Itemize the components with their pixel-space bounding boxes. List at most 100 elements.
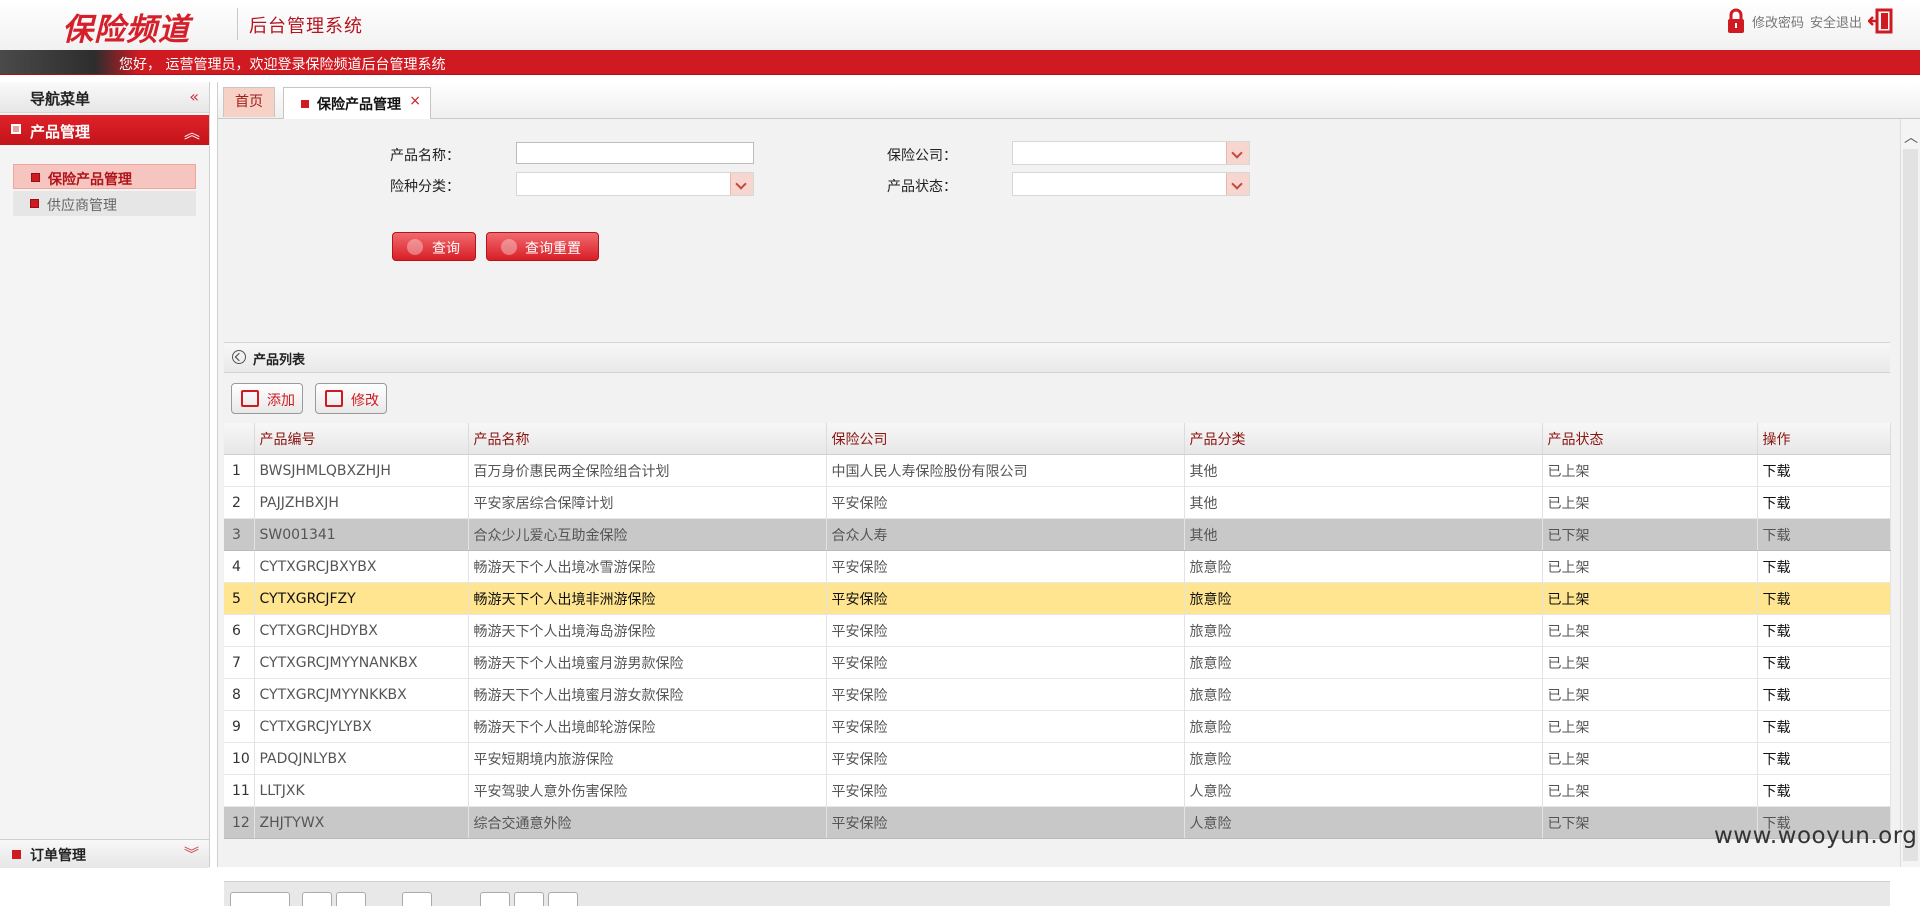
product-name-cell: 畅游天下个人出境蜜月游女款保险 [468,678,827,711]
category-cell: 旅意险 [1184,614,1543,647]
reset-button[interactable]: 查询重置 [486,232,599,261]
column-header-operation[interactable]: 操作 [1757,423,1891,455]
next-page-button[interactable] [480,892,510,906]
column-header-name[interactable]: 产品名称 [468,423,827,455]
table-row[interactable]: 4 CYTXGRCJBXYBX 畅游天下个人出境冰雪游保险 平安保险 旅意险 已上架 下载 [224,550,1891,583]
sidebar-item-label: 供应商管理 [47,198,117,214]
download-link[interactable]: 下载 [1757,454,1891,487]
table-row[interactable]: 3 SW001341 合众少儿爱心互助金保险 合众人寿 其他 已下架 下载 [224,518,1891,551]
company-cell: 合众人寿 [826,518,1185,551]
table-row[interactable]: 11 LLTJXK 平安驾驶人意外伤害保险 平安保险 人意险 已上架 下载 [224,774,1891,807]
logout-link[interactable]: 安全退出 [1810,12,1862,31]
company-cell: 中国人民人寿保险股份有限公司 [826,454,1185,487]
download-link[interactable]: 下载 [1757,742,1891,775]
refresh-page-button[interactable] [548,892,578,906]
table-row[interactable]: 7 CYTXGRCJMYYNANKBX 畅游天下个人出境蜜月游男款保险 平安保险 旅意险… [224,646,1891,679]
download-link[interactable]: 下载 [1757,614,1891,647]
product-list-header[interactable]: 产品列表 [224,342,1890,373]
column-header-category[interactable]: 产品分类 [1184,423,1543,455]
add-button[interactable]: 添加 [231,383,303,414]
chevron-down-icon[interactable] [730,173,753,195]
company-cell: 平安保险 [826,774,1185,807]
sidebar-section-orders[interactable]: 订单管理 ︾ [0,839,209,868]
download-link[interactable]: 下载 [1757,550,1891,583]
page-number-input[interactable] [402,892,432,906]
welcome-text: 您好， 运营管理员，欢迎登录保险频道后台管理系统 [119,57,446,73]
chevron-down-icon[interactable] [1226,173,1249,195]
company-cell: 平安保险 [826,646,1185,679]
category-cell: 人意险 [1184,774,1543,807]
download-link[interactable]: 下载 [1757,582,1891,615]
table-row[interactable]: 5 CYTXGRCJFZY 畅游天下个人出境非洲游保险 平安保险 旅意险 已上架 下载 [224,582,1891,615]
category-cell: 旅意险 [1184,710,1543,743]
company-cell: 平安保险 [826,614,1185,647]
column-header-code[interactable]: 产品编号 [254,423,469,455]
vertical-scrollbar[interactable]: ︿ [1900,119,1920,867]
close-icon[interactable]: × [409,93,421,109]
table-row[interactable]: 10 PADQJNLYBX 平安短期境内旅游保险 平安保险 旅意险 已上架 下载 [224,742,1891,775]
query-button[interactable]: 查询 [392,232,476,261]
sidebar-section-product[interactable]: 产品管理 ︽ [0,115,209,145]
product-code-cell: ZHJTYWX [254,806,469,839]
double-chevron-left-icon[interactable]: « [189,87,199,106]
download-link[interactable]: 下载 [1757,678,1891,711]
first-page-button[interactable] [302,892,332,906]
table-row[interactable]: 6 CYTXGRCJHDYBX 畅游天下个人出境海岛游保险 平安保险 旅意险 已上架 下载 [224,614,1891,647]
status-select[interactable] [1012,172,1250,196]
category-cell: 人意险 [1184,806,1543,839]
double-chevron-down-icon[interactable]: ︾ [184,843,199,864]
status-cell: 已下架 [1542,518,1758,551]
scroll-track[interactable] [1903,149,1918,861]
sidebar-item-suppliers[interactable]: 供应商管理 [13,191,196,216]
sidebar-item-insurance-products[interactable]: 保险产品管理 [13,164,196,189]
edit-icon [325,390,343,407]
edit-button[interactable]: 修改 [315,383,387,414]
product-name-input[interactable] [516,142,754,164]
table-row[interactable]: 9 CYTXGRCJYLYBX 畅游天下个人出境邮轮游保险 平安保险 旅意险 已上架 下载 [224,710,1891,743]
download-link[interactable]: 下载 [1757,774,1891,807]
exit-door-icon[interactable] [1868,8,1894,34]
column-header-status[interactable]: 产品状态 [1542,423,1758,455]
download-link[interactable]: 下载 [1757,518,1891,551]
download-link[interactable]: 下载 [1757,710,1891,743]
product-name-cell: 百万身价惠民两全保险组合计划 [468,454,827,487]
scroll-up-icon[interactable]: ︿ [1904,127,1918,147]
category-cell: 其他 [1184,486,1543,519]
page-size-select[interactable] [230,892,290,906]
table-row[interactable]: 12 ZHJTYWX 综合交通意外险 平安保险 人意险 已下架 下载 [224,806,1891,839]
tab-bar: 首页 保险产品管理 × [218,82,1920,119]
collapse-circle-icon[interactable] [232,350,246,364]
status-cell: 已上架 [1542,774,1758,807]
product-name-cell: 畅游天下个人出境冰雪游保险 [468,550,827,583]
row-index: 1 [224,454,255,487]
table-row[interactable]: 8 CYTXGRCJMYYNKKBX 畅游天下个人出境蜜月游女款保险 平安保险 旅意险已… [224,678,1891,711]
product-code-cell: PAJJZHBXJH [254,486,469,519]
download-link[interactable]: 下载 [1757,486,1891,519]
company-cell: 平安保险 [826,486,1185,519]
change-password-link[interactable]: 修改密码 [1752,12,1804,31]
product-name-cell: 畅游天下个人出境邮轮游保险 [468,710,827,743]
column-header-company[interactable]: 保险公司 [826,423,1185,455]
prev-page-button[interactable] [336,892,366,906]
table-row[interactable]: 1 BWSJHMLQBXZHJH 百万身价惠民两全保险组合计划 中国人民人寿保险股份有… [224,454,1891,487]
status-cell: 已上架 [1542,678,1758,711]
category-select[interactable] [516,172,754,196]
column-header-index [224,423,255,455]
tab-home[interactable]: 首页 [223,87,275,117]
category-cell: 其他 [1184,518,1543,551]
download-link[interactable]: 下载 [1757,646,1891,679]
product-name-label: 产品名称： [390,148,460,164]
last-page-button[interactable] [514,892,544,906]
chevron-down-icon[interactable] [1226,142,1249,164]
company-cell: 平安保险 [826,710,1185,743]
calendar-add-icon [241,390,259,407]
table-row[interactable]: 2 PAJJZHBXJH 平安家居综合保障计划 平安保险 其他 已上架 下载 [224,486,1891,519]
double-chevron-up-icon[interactable]: ︽ [184,119,200,143]
product-code-cell: SW001341 [254,518,469,551]
tab-insurance-products[interactable]: 保险产品管理 × [283,87,431,119]
row-index: 11 [224,774,255,807]
company-select[interactable] [1012,141,1250,165]
company-cell: 平安保险 [826,806,1185,839]
status-cell: 已上架 [1542,742,1758,775]
bullet-icon [31,173,40,182]
